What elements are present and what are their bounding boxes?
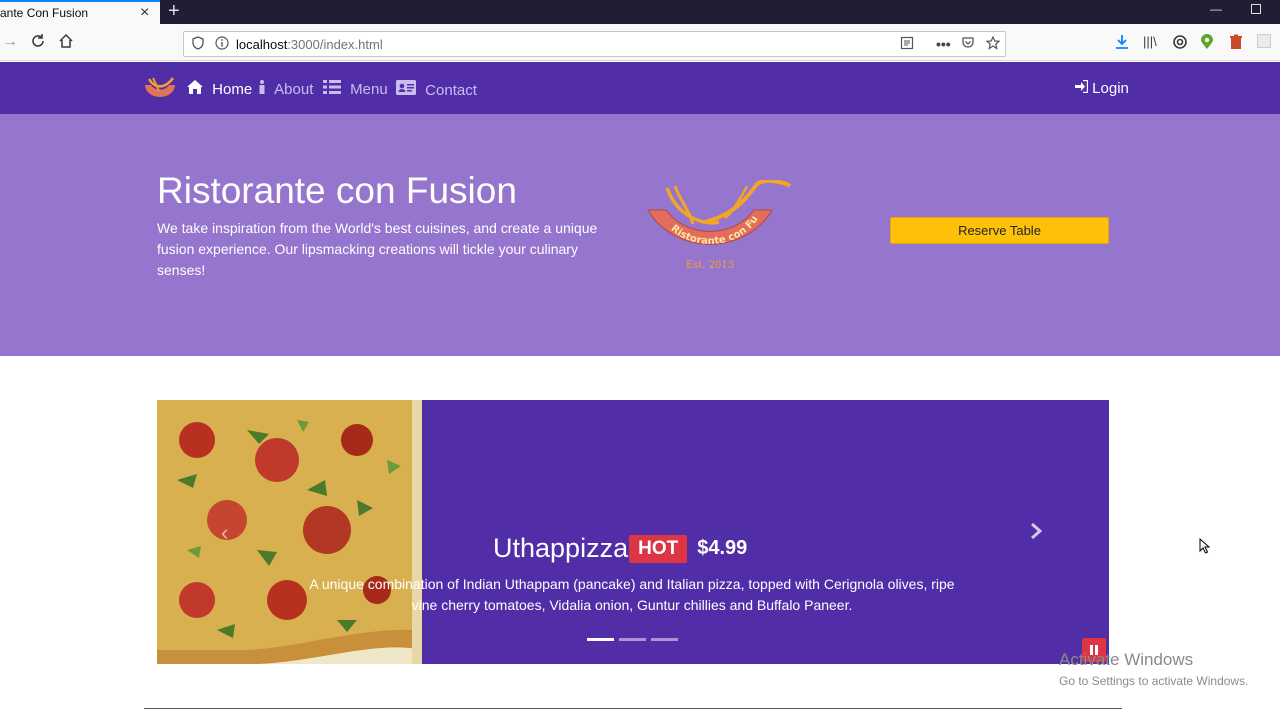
restaurant-logo: Est. 2013 Ristorante con Fusion	[641, 172, 795, 288]
mouse-cursor-icon	[1199, 537, 1211, 554]
home-icon[interactable]	[58, 33, 74, 54]
address-card-icon	[396, 80, 420, 99]
svg-text:Est. 2013: Est. 2013	[686, 260, 734, 271]
info-icon	[259, 80, 269, 98]
carousel-caption-title: Uthappizza HOT $4.99	[493, 533, 747, 564]
browser-tab-bar: ante Con Fusion × + —	[0, 0, 1280, 24]
more-actions-icon[interactable]: •••	[936, 36, 951, 52]
extension-icon[interactable]	[1257, 34, 1271, 52]
sync-icon[interactable]	[1172, 34, 1188, 54]
reload-icon[interactable]	[30, 33, 46, 54]
carousel-prev-icon[interactable]: ‹	[221, 520, 228, 546]
restore-window-icon[interactable]	[1251, 4, 1261, 14]
pocket-icon[interactable]	[961, 36, 975, 53]
carousel-indicator[interactable]	[587, 638, 614, 641]
tab-title: ante Con Fusion	[0, 6, 89, 20]
forward-icon[interactable]: →	[2, 33, 18, 51]
dish-description: A unique combination of Indian Uthappam …	[309, 576, 955, 613]
library-icon[interactable]: |||\	[1143, 34, 1157, 50]
login-link[interactable]: Login	[1075, 79, 1129, 97]
info-icon[interactable]	[215, 36, 229, 53]
windows-activation-watermark: Activate Windows Go to Settings to activ…	[1059, 650, 1249, 688]
carousel-next-icon[interactable]	[1030, 520, 1043, 546]
dish-carousel: ‹ Uthappizza HOT $4.99 A unique combinatio…	[157, 400, 1109, 664]
divider	[144, 708, 1122, 709]
url-text: localhost:3000/index.html	[236, 37, 383, 52]
reader-view-icon[interactable]	[900, 36, 914, 53]
list-icon	[323, 80, 345, 98]
intro-text: We take inspiration from the World's bes…	[157, 220, 598, 278]
jumbotron: Ristorante con Fusion We take inspiratio…	[0, 114, 1280, 356]
carousel-indicator[interactable]	[651, 638, 678, 641]
nav-home[interactable]: Home	[187, 80, 252, 98]
dish-name: Uthappizza	[493, 533, 629, 563]
location-pin-icon[interactable]	[1200, 34, 1214, 54]
hot-badge: HOT	[629, 534, 688, 563]
sign-in-icon	[1075, 79, 1092, 97]
bookmark-star-icon[interactable]	[985, 35, 1001, 53]
trash-icon[interactable]	[1229, 34, 1243, 54]
download-icon[interactable]	[1115, 34, 1129, 54]
shield-icon[interactable]	[192, 36, 204, 53]
browser-tab[interactable]: ante Con Fusion ×	[0, 0, 160, 24]
nav-about[interactable]: About	[259, 80, 313, 98]
reserve-table-button[interactable]: Reserve Table	[890, 217, 1109, 244]
home-icon	[187, 80, 207, 98]
url-bar[interactable]: localhost:3000/index.html •••	[183, 31, 1006, 57]
brand-logo[interactable]	[143, 75, 177, 103]
minimize-window-icon[interactable]: —	[1210, 2, 1222, 16]
site-navbar: Home About Menu Contact Login	[0, 62, 1280, 114]
carousel-indicator[interactable]	[619, 638, 646, 641]
page-title: Ristorante con Fusion	[157, 170, 517, 211]
nav-menu[interactable]: Menu	[323, 80, 388, 98]
nav-contact[interactable]: Contact	[396, 80, 477, 99]
new-tab-icon[interactable]: +	[168, 0, 180, 22]
close-tab-icon[interactable]: ×	[140, 4, 149, 22]
dish-price: $4.99	[697, 537, 748, 559]
dish-image	[157, 400, 422, 664]
